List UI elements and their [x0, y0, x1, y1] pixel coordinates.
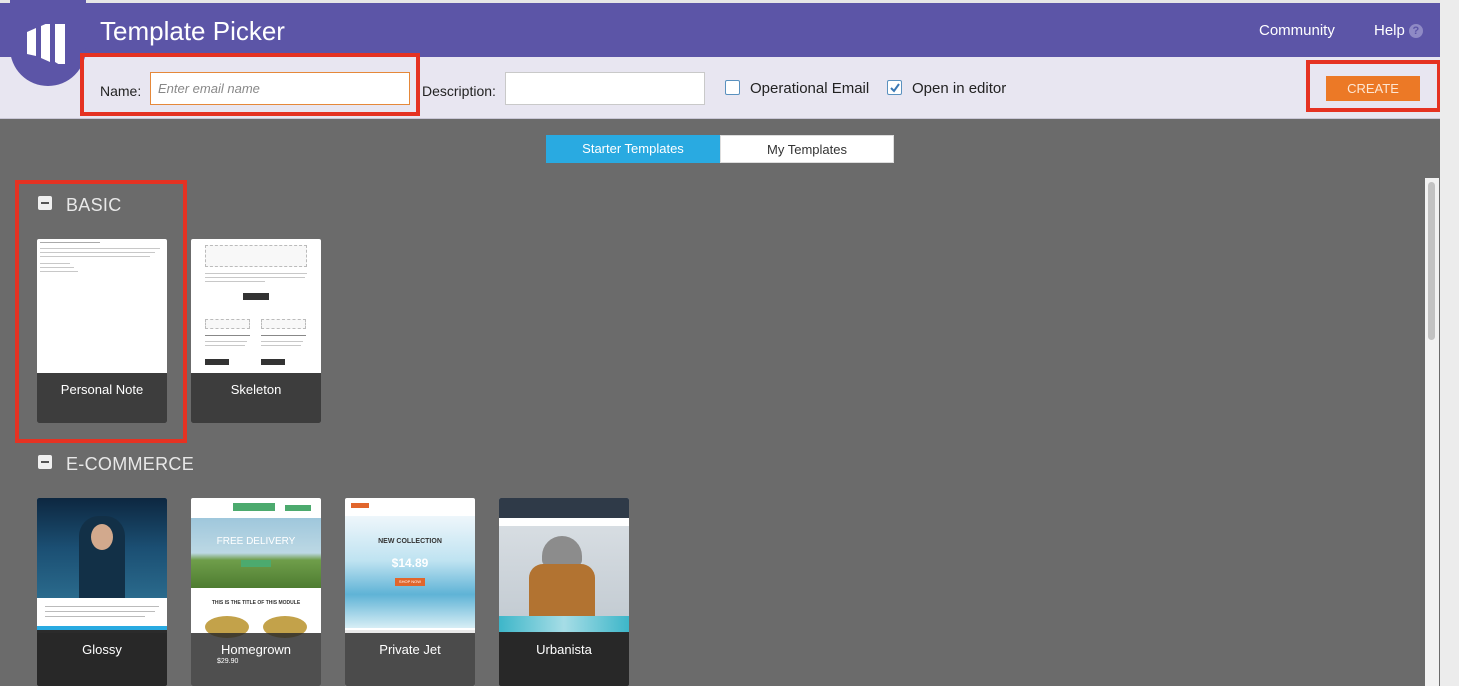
help-link-label: Help: [1374, 22, 1405, 39]
private-jet-cta: SHOP NOW: [395, 578, 425, 586]
template-card-personal-note[interactable]: Personal Note: [37, 239, 167, 423]
personal-note-thumbnail: [37, 239, 167, 374]
section-basic-title: BASIC: [66, 195, 122, 215]
open-in-editor-checkbox[interactable]: [887, 80, 902, 95]
homegrown-headline: FREE DELIVERY: [216, 536, 296, 547]
description-label: Description:: [422, 83, 496, 99]
template-tabs: Starter Templates My Templates: [546, 135, 894, 163]
section-ecommerce-title: E-COMMERCE: [66, 454, 194, 474]
homegrown-price: $29.90: [217, 658, 239, 665]
template-form-toolbar: Name: Description: Operational Email Ope…: [0, 57, 1440, 119]
community-link[interactable]: Community: [1259, 22, 1335, 39]
template-name: Private Jet: [345, 633, 475, 686]
template-card-glossy[interactable]: Glossy: [37, 498, 167, 686]
checkmark-icon: [890, 83, 900, 93]
open-in-editor-label: Open in editor: [912, 80, 1007, 97]
private-jet-headline: NEW COLLECTION: [378, 538, 442, 545]
template-name: Glossy: [37, 633, 167, 686]
minus-square-icon: [38, 455, 52, 469]
name-label: Name:: [100, 83, 142, 99]
help-circle-icon: ?: [1408, 24, 1423, 38]
marketo-logo-icon: [10, 0, 86, 86]
tab-starter-templates[interactable]: Starter Templates: [546, 135, 720, 163]
private-jet-price: $14.89: [391, 556, 429, 570]
template-name: Homegrown: [191, 633, 321, 686]
scrollbar-thumb[interactable]: [1428, 182, 1435, 340]
description-input[interactable]: [505, 72, 705, 105]
template-name: Personal Note: [37, 373, 167, 423]
template-card-private-jet[interactable]: NEW COLLECTION $14.89 SHOP NOW Private J…: [345, 498, 475, 686]
template-card-urbanista[interactable]: Urbanista: [499, 498, 629, 686]
homegrown-module-title: THIS IS THE TITLE OF THIS MODULE: [211, 600, 301, 606]
skeleton-thumbnail: [191, 239, 321, 374]
minus-square-icon: [38, 196, 52, 210]
window-edge: [1440, 0, 1459, 686]
page-title: Template Picker: [100, 16, 285, 46]
template-name: Urbanista: [499, 633, 629, 686]
help-link[interactable]: Help?: [1374, 22, 1423, 39]
operational-email-checkbox[interactable]: [725, 80, 740, 95]
template-name: Skeleton: [191, 373, 321, 423]
template-picker-app: Template Picker Community Help? Name: De…: [0, 0, 1440, 686]
tab-my-templates[interactable]: My Templates: [720, 135, 894, 163]
operational-email-label: Operational Email: [750, 80, 870, 97]
section-ecommerce-header[interactable]: E-COMMERCE: [38, 454, 194, 475]
header-bar: Template Picker Community Help?: [0, 3, 1440, 57]
template-list-scrollbar[interactable]: [1425, 178, 1439, 686]
section-basic-header[interactable]: BASIC: [38, 195, 122, 216]
create-button[interactable]: CREATE: [1326, 76, 1420, 101]
email-name-input[interactable]: [150, 72, 410, 105]
template-card-skeleton[interactable]: Skeleton: [191, 239, 321, 423]
template-card-homegrown[interactable]: FREE DELIVERY THIS IS THE TITLE OF THIS …: [191, 498, 321, 686]
